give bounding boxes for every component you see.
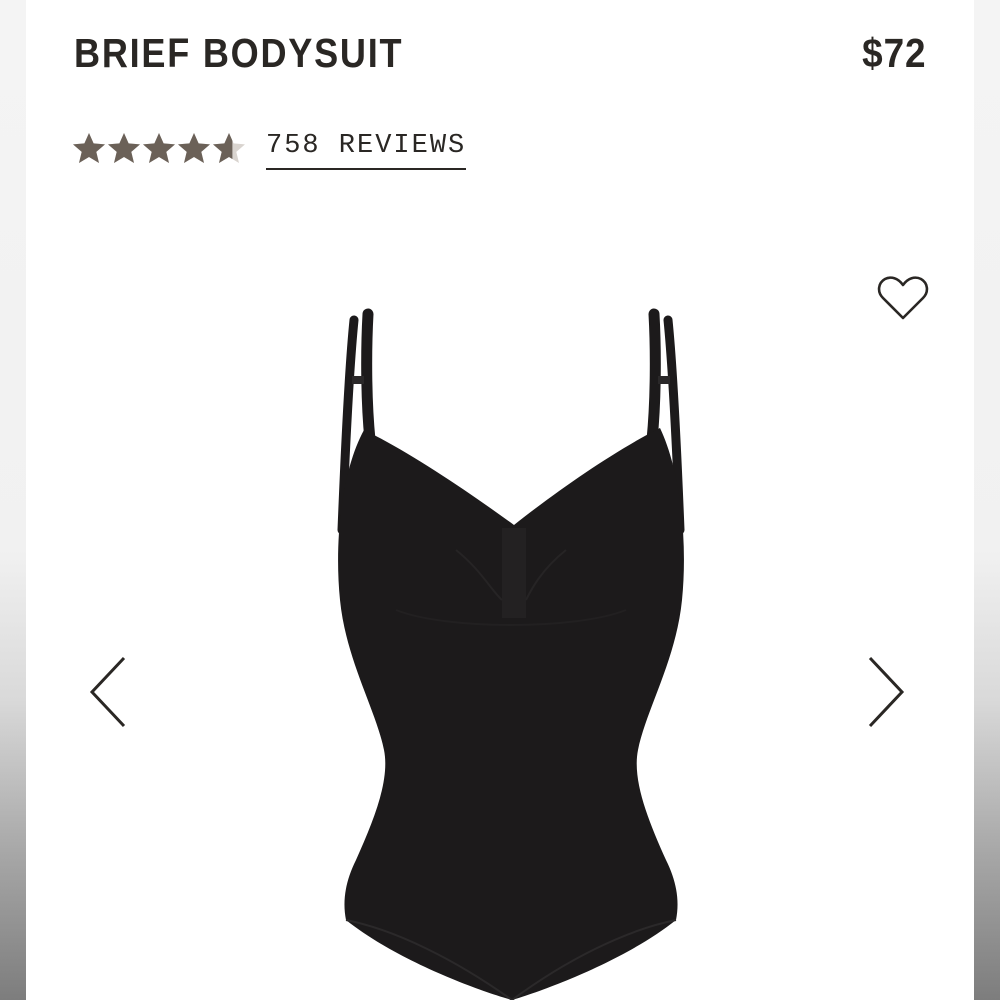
reviews-link[interactable]: 758 REVIEWS [266, 126, 467, 170]
product-image [296, 300, 716, 1000]
rating-row: 758 REVIEWS [72, 126, 467, 170]
star-rating [72, 132, 246, 164]
product-title: BRIEF BODYSUIT [74, 30, 404, 76]
star-icon [107, 132, 141, 164]
chevron-right-icon[interactable] [864, 652, 908, 732]
star-icon [72, 132, 106, 164]
star-icon [142, 132, 176, 164]
chevron-left-icon[interactable] [86, 652, 130, 732]
wishlist-heart-icon[interactable] [876, 272, 930, 324]
product-price: $72 [861, 30, 926, 76]
screen-edge-right [974, 0, 1000, 1000]
product-page: BRIEF BODYSUIT $72 758 REVIEWS [26, 0, 974, 1000]
star-icon [212, 132, 246, 164]
screen-frame: BRIEF BODYSUIT $72 758 REVIEWS [0, 0, 1000, 1000]
screen-edge-left [0, 0, 26, 1000]
star-icon [177, 132, 211, 164]
